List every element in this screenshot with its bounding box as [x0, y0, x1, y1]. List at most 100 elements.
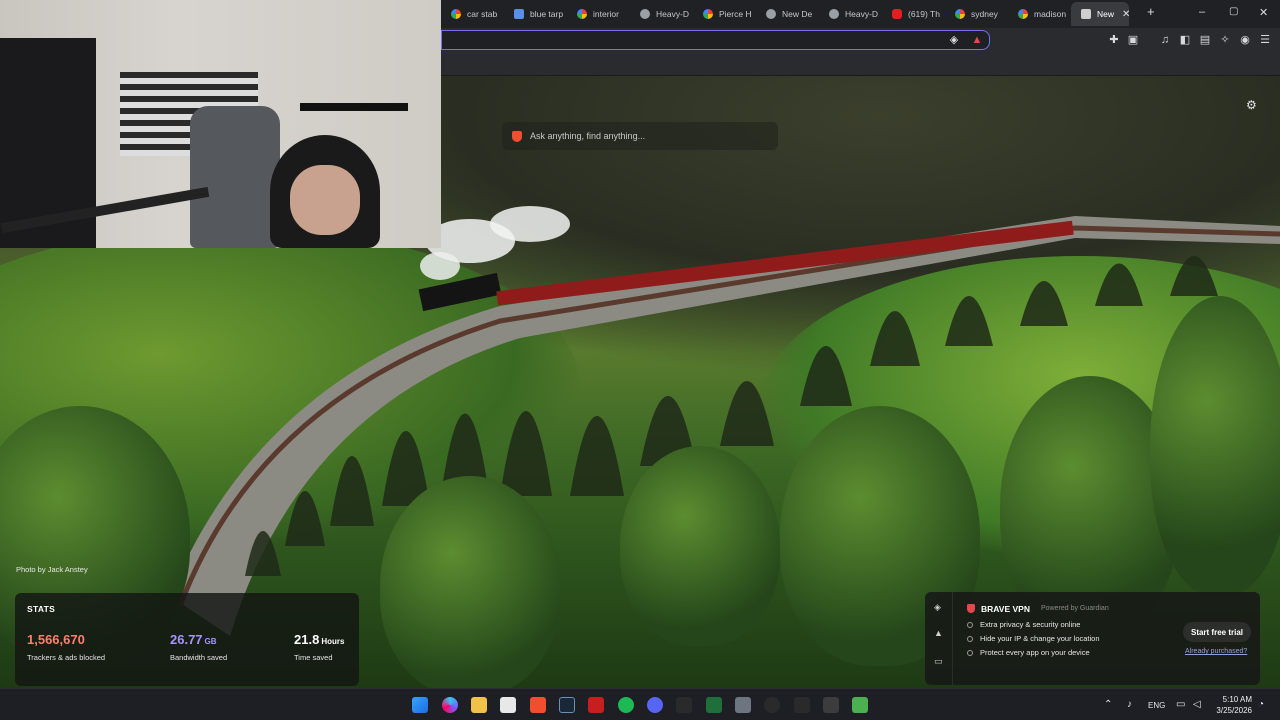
bing-icon: [514, 9, 524, 19]
search-box[interactable]: Ask anything, find anything...: [502, 122, 778, 150]
close-tab-icon[interactable]: ✕: [1122, 9, 1129, 20]
search-placeholder: Ask anything, find anything...: [530, 131, 646, 141]
feature-text: Protect every app on your device: [980, 648, 1090, 657]
tab-label: New: [1097, 9, 1115, 19]
app-icon[interactable]: [852, 697, 868, 713]
tab-label: Heavy-D: [845, 9, 879, 19]
list-item: Hide your IP & change your location: [967, 634, 1100, 643]
stat-bandwidth: 26.77 GB Bandwidth saved: [170, 631, 227, 662]
tab-label: sydney: [971, 9, 998, 19]
brave-shields-icon[interactable]: ◈: [948, 34, 960, 46]
vpn-widget: ◈ ▲ ▭ BRAVE VPN Powered by Guardian Extr…: [925, 592, 1260, 685]
close-window-button[interactable]: ✕: [1259, 6, 1268, 19]
vpn-title: BRAVE VPN: [981, 604, 1030, 614]
minimize-button[interactable]: –: [1199, 6, 1205, 18]
tab-label: madison: [1034, 9, 1067, 19]
stat-label: Time saved: [294, 653, 333, 662]
notification-bell-icon[interactable]: ◔: [1258, 699, 1264, 710]
clock[interactable]: 5:10 AM 3/25/2026: [1212, 694, 1252, 716]
windows-taskbar: ⌃ ♪ ENG ▭ ◁ 5:10 AM 3/25/2026 ◔: [0, 688, 1280, 720]
steam-icon[interactable]: [559, 697, 575, 713]
brave-browser-icon[interactable]: [530, 697, 546, 713]
brave-rewards-icon[interactable]: ▲: [971, 34, 983, 46]
tab-label: interior: [593, 9, 619, 19]
start-free-trial-button[interactable]: Start free trial: [1183, 622, 1251, 642]
shelf: [300, 103, 408, 111]
widget-switcher: ◈ ▲ ▭: [925, 592, 953, 685]
webcam-overlay: [0, 0, 441, 248]
already-purchased-link[interactable]: Already purchased?: [1185, 648, 1247, 655]
site-icon: [829, 9, 839, 19]
volume-icon[interactable]: ◁: [1193, 699, 1201, 710]
start-icon[interactable]: [412, 697, 428, 713]
stat-label: Bandwidth saved: [170, 653, 228, 662]
calculator-icon[interactable]: [735, 697, 751, 713]
tab[interactable]: sydney: [945, 2, 1008, 26]
site-icon: [640, 9, 650, 19]
tab[interactable]: interior: [567, 2, 630, 26]
stats-widget: STATS 1,566,670 Trackers & ads blocked 2…: [15, 593, 359, 686]
discord-icon[interactable]: [647, 697, 663, 713]
chevron-up-icon[interactable]: ⌃: [1104, 699, 1112, 710]
stat-time: 21.8 Hours Time saved: [294, 631, 344, 662]
excel-icon[interactable]: [706, 697, 722, 713]
youtube-icon: [892, 9, 902, 19]
tab[interactable]: madison: [1008, 2, 1071, 26]
brave-icon: [1081, 9, 1091, 19]
copilot-icon[interactable]: [442, 697, 458, 713]
file-explorer-icon[interactable]: [471, 697, 487, 713]
tab-active[interactable]: New ✕: [1071, 2, 1129, 26]
bookmarks-bar: [441, 52, 1280, 76]
address-bar[interactable]: ◈ ▲: [441, 30, 990, 50]
extensions-icon[interactable]: ✚: [1108, 34, 1120, 46]
tab-label: car stab: [467, 9, 498, 19]
wallet-icon[interactable]: ▤: [1199, 34, 1211, 46]
tab[interactable]: (619) Th: [882, 2, 945, 26]
language-indicator[interactable]: ENG: [1148, 701, 1165, 710]
store-icon[interactable]: [500, 697, 516, 713]
tab[interactable]: Heavy-D: [819, 2, 882, 26]
app-icon[interactable]: [823, 697, 839, 713]
chair: [190, 106, 280, 248]
tab-strip: car stab blue tarp interior Heavy-D Pier…: [441, 0, 1280, 28]
tab-label: (619) Th: [908, 9, 940, 19]
google-icon: [577, 9, 587, 19]
sidebar-icon[interactable]: ◧: [1179, 34, 1191, 46]
tab-label: Pierce H: [719, 9, 752, 19]
screenshot-icon[interactable]: ▣: [1127, 34, 1139, 46]
app-icon[interactable]: [588, 697, 604, 713]
maximize-button[interactable]: ▢: [1229, 6, 1238, 17]
app-icon[interactable]: [764, 697, 780, 713]
microphone-icon[interactable]: ♪: [1127, 699, 1132, 710]
spotify-icon[interactable]: [618, 697, 634, 713]
tab-label: blue tarp: [530, 9, 564, 19]
stats-header: STATS: [27, 604, 56, 614]
media-icon[interactable]: ♫: [1159, 34, 1171, 46]
vpn-icon[interactable]: ◉: [1239, 34, 1251, 46]
face: [290, 165, 360, 235]
leo-ai-icon[interactable]: ✧: [1219, 34, 1231, 46]
photo-credit: Photo by Jack Anstey: [16, 565, 88, 574]
stat-unit: GB: [204, 637, 217, 646]
epic-games-icon[interactable]: [794, 697, 810, 713]
card-icon[interactable]: ▭: [934, 656, 943, 667]
list-item: Extra privacy & security online: [967, 620, 1100, 629]
epic-games-icon[interactable]: [676, 697, 692, 713]
brave-vpn-logo-icon: [967, 604, 975, 613]
new-tab-button[interactable]: +: [1147, 4, 1155, 19]
menu-icon[interactable]: ☰: [1259, 34, 1271, 46]
browser-toolbar: ◈ ▲ ✚ ▣ ♫ ◧ ▤ ✧ ◉ ☰: [441, 28, 1280, 52]
stat-trackers: 1,566,670 Trackers & ads blocked: [27, 631, 105, 662]
tab[interactable]: New De: [756, 2, 819, 26]
list-item: Protect every app on your device: [967, 648, 1100, 657]
gear-icon[interactable]: ⚙: [1246, 98, 1257, 112]
tab[interactable]: Pierce H: [693, 2, 756, 26]
warning-icon[interactable]: ▲: [934, 628, 943, 638]
tab[interactable]: car stab: [441, 2, 504, 26]
site-icon: [766, 9, 776, 19]
stat-value: 21.8: [294, 632, 320, 647]
vpn-shield-icon[interactable]: ◈: [934, 602, 941, 613]
tab[interactable]: blue tarp: [504, 2, 567, 26]
network-icon[interactable]: ▭: [1176, 699, 1185, 710]
tab[interactable]: Heavy-D: [630, 2, 693, 26]
